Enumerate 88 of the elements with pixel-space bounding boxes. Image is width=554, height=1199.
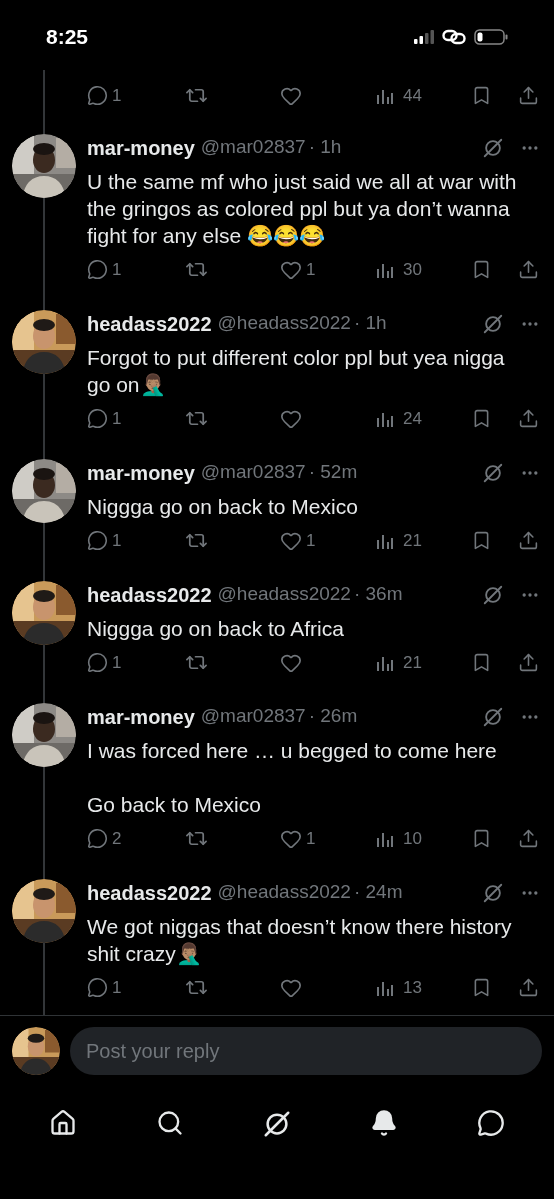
like-count: 1 (306, 261, 316, 278)
author-handle: @mar02837 (200, 135, 306, 160)
author-name[interactable]: headass2022 (87, 877, 212, 908)
author-handle: @headass2022 (217, 582, 351, 607)
view-count: 21 (403, 532, 422, 549)
reply-button[interactable]: 1 (87, 652, 185, 673)
share-icon (518, 828, 539, 849)
reply-count: 2 (112, 830, 122, 847)
reply-field[interactable]: Post your reply (70, 1027, 542, 1075)
share-icon (518, 977, 539, 998)
speech-bubble-icon (87, 652, 108, 673)
share-icon (518, 408, 539, 429)
view-count: 21 (403, 654, 422, 671)
search-icon (155, 1109, 184, 1137)
post-text: Niggga go on back to Mexico (87, 494, 359, 520)
speech-bubble-icon (87, 408, 108, 429)
reply-button[interactable]: 1 (87, 259, 185, 280)
link-icon (442, 29, 466, 45)
like-count: 1 (306, 532, 316, 549)
reply-count: 1 (112, 410, 122, 427)
share-icon (518, 530, 539, 551)
post-time: · 1h (308, 135, 342, 160)
reply-button[interactable]: 1 (87, 530, 185, 551)
views-button[interactable]: 21 (375, 530, 471, 551)
reply-button[interactable]: 2 (87, 828, 185, 849)
status-time: 8:25 (46, 24, 89, 51)
views-button[interactable]: 44 (375, 85, 471, 106)
speech-bubble-icon (87, 828, 108, 849)
reply-button[interactable]: 1 (87, 977, 185, 998)
reply-count: 1 (112, 979, 122, 996)
view-count: 44 (403, 87, 422, 104)
views-button[interactable]: 10 (375, 828, 471, 849)
like-button[interactable]: 1 (280, 258, 375, 281)
reply-button[interactable]: 1 (87, 85, 185, 106)
share-button[interactable] (518, 85, 539, 106)
post-time: · 24m (353, 880, 403, 905)
author-handle: @mar02837 (200, 460, 306, 485)
share-button[interactable] (518, 530, 539, 551)
views-button[interactable]: 24 (375, 408, 471, 429)
post-text: Niggga go on back to Africa (87, 616, 345, 642)
share-button[interactable] (518, 652, 539, 673)
views-button[interactable]: 21 (375, 652, 471, 673)
reply-count: 1 (112, 87, 122, 104)
like-button[interactable]: 1 (280, 529, 375, 552)
author-name[interactable]: mar-money (87, 457, 195, 488)
bell-icon (370, 1109, 399, 1137)
like-count: 1 (306, 830, 316, 847)
views-button[interactable]: 13 (375, 977, 471, 998)
post-text: Forgot to put different color ppl but yea nigga go on🤦🏽‍♂ (87, 345, 506, 398)
author-name[interactable]: headass2022 (87, 308, 212, 339)
post-text: I was forced here … u begged to come here Go back to Mexico (87, 738, 498, 818)
post-time: · 1h (353, 311, 387, 336)
signal-icon (414, 30, 434, 44)
share-icon (518, 259, 539, 280)
view-count: 13 (403, 979, 422, 996)
author-name[interactable]: mar-money (87, 701, 195, 732)
share-icon (518, 85, 539, 106)
share-button[interactable] (518, 977, 539, 998)
speech-bubble-icon (476, 1109, 505, 1137)
author-handle: @headass2022 (217, 880, 351, 905)
view-count: 24 (403, 410, 422, 427)
home-icon (49, 1109, 78, 1137)
share-button[interactable] (518, 408, 539, 429)
reply-count: 1 (112, 261, 122, 278)
speech-bubble-icon (87, 259, 108, 280)
reply-count: 1 (112, 532, 122, 549)
post-time: · 26m (308, 704, 358, 729)
view-count: 10 (403, 830, 422, 847)
reply-button[interactable]: 1 (87, 408, 185, 429)
post-time: · 52m (308, 460, 358, 485)
post-text: U the same mf who just said we all at war with the gringos as colored ppl but ya don’t wanna fight for any else 😂😂😂 (87, 169, 518, 249)
view-count: 30 (403, 261, 422, 278)
speech-bubble-icon (87, 977, 108, 998)
post-text: We got niggas that doesn’t know there history shit crazy🤦🏽‍♂ (87, 914, 513, 967)
reply-count: 1 (112, 654, 122, 671)
share-icon (518, 652, 539, 673)
battery-icon (474, 29, 508, 45)
share-button[interactable] (518, 828, 539, 849)
author-handle: @headass2022 (217, 311, 351, 336)
speech-bubble-icon (87, 85, 108, 106)
views-button[interactable]: 30 (375, 259, 471, 280)
share-button[interactable] (518, 259, 539, 280)
speech-bubble-icon (87, 530, 108, 551)
author-name[interactable]: headass2022 (87, 579, 212, 610)
post-time: · 36m (353, 582, 403, 607)
author-name[interactable]: mar-money (87, 132, 195, 163)
author-handle: @mar02837 (200, 704, 306, 729)
like-button[interactable]: 1 (280, 827, 375, 850)
